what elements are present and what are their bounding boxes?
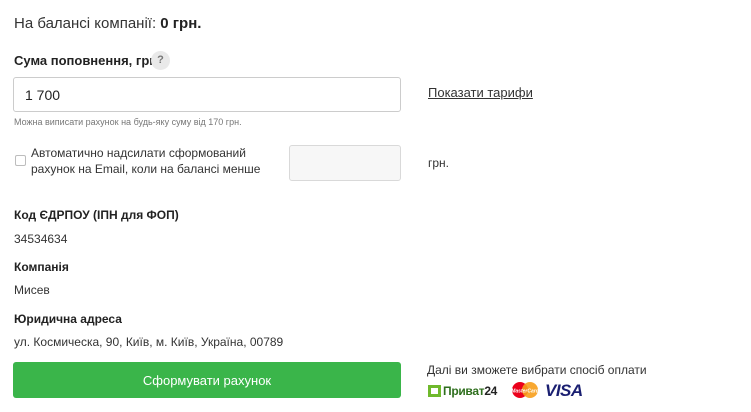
address-label: Юридична адреса: [14, 312, 122, 326]
privat24-logo: Приват24: [428, 383, 497, 398]
auto-send-checkbox[interactable]: [15, 155, 26, 166]
create-invoice-button[interactable]: Сформувати рахунок: [13, 362, 401, 398]
threshold-currency: грн.: [428, 156, 450, 170]
balance-value: 0 грн.: [160, 15, 202, 32]
address-value: ул. Космическа, 90, Київ, м. Київ, Украї…: [14, 335, 284, 349]
visa-logo: VISA: [545, 381, 583, 400]
company-label: Компанія: [14, 260, 69, 274]
amount-input[interactable]: [13, 77, 401, 112]
amount-label: Сума поповнення, грн: [14, 53, 158, 68]
balance-line: На балансі компанії: 0 грн.: [14, 15, 201, 32]
balance-label: На балансі компанії:: [14, 15, 157, 32]
mastercard-logo: MasterCard: [511, 382, 540, 398]
show-tariffs-link[interactable]: Показати тарифи: [428, 85, 533, 100]
amount-hint: Можна виписати рахунок на будь-яку суму …: [14, 117, 242, 127]
company-value: Мисев: [14, 283, 50, 297]
edrpou-value: 34534634: [14, 232, 68, 246]
privat24-text: Приват24: [443, 383, 498, 398]
auto-send-label: Автоматично надсилати сформований рахуно…: [31, 146, 261, 176]
help-icon[interactable]: ?: [151, 51, 170, 70]
mastercard-text: MasterCard: [511, 389, 539, 395]
privat24-icon: [428, 384, 441, 397]
edrpou-label: Код ЄДРПОУ (ІПН для ФОП): [14, 208, 179, 222]
auto-send-threshold-input[interactable]: [289, 145, 401, 181]
payment-method-note: Далі ви зможете вибрати спосіб оплати: [427, 363, 647, 377]
